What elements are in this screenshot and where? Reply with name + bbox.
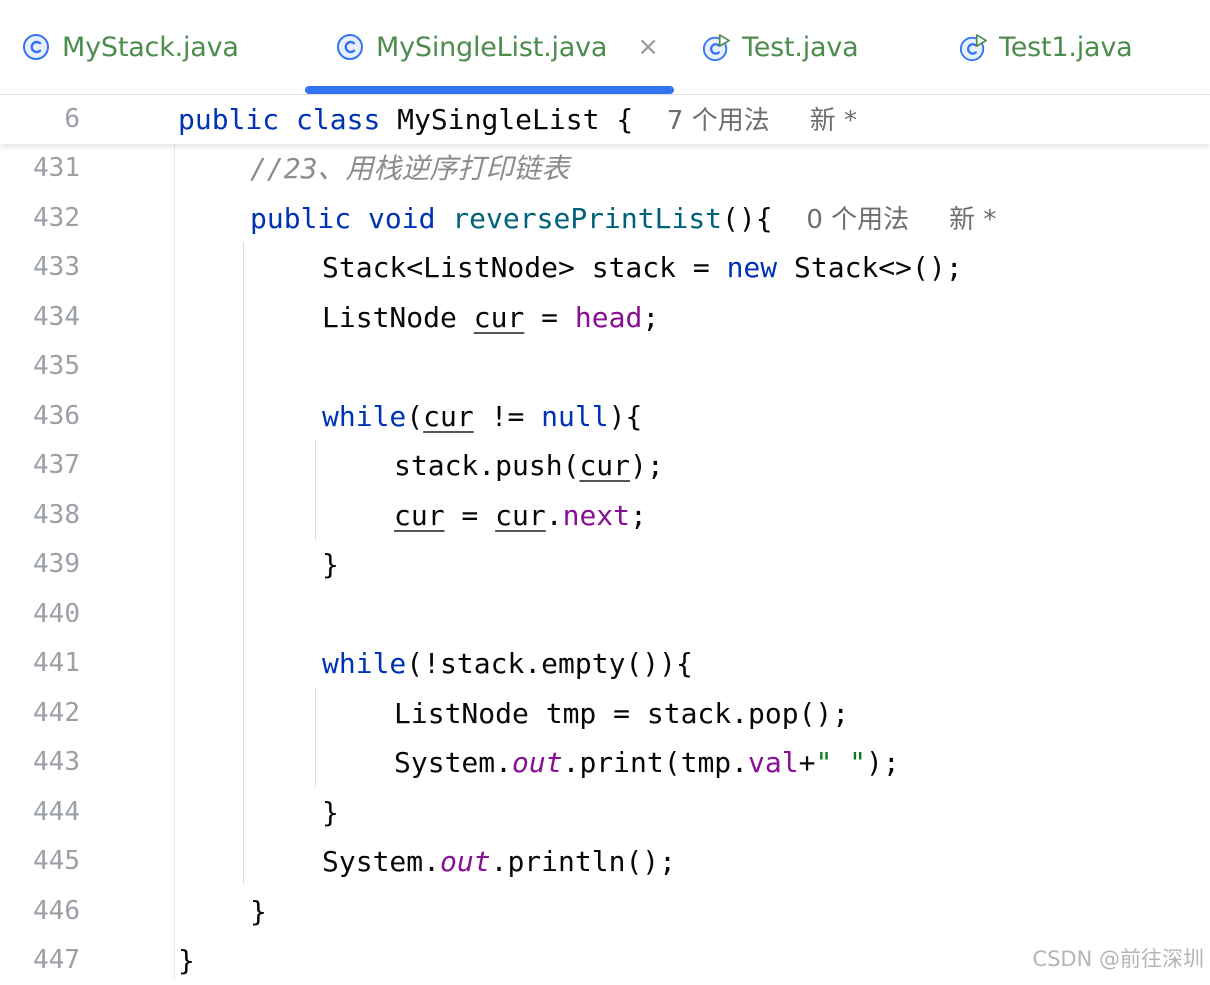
tab-test[interactable]: Test.java [702, 0, 859, 94]
code-text: stack.push(cur); [394, 449, 664, 482]
code-text: cur = cur.next; [394, 499, 647, 532]
close-icon[interactable]: × [637, 32, 659, 62]
keyword: class [296, 103, 381, 136]
code-line[interactable]: 443 System.out.print(tmp.val+" "); [0, 738, 1210, 787]
watermark: CSDN @前往深圳 [1032, 947, 1204, 971]
usages-hint[interactable]: 7 个用法 [667, 106, 770, 136]
line-number: 434 [33, 302, 80, 332]
line-number: 431 [33, 153, 80, 183]
code-line[interactable]: 432 public void reversePrintList(){ 0 个用… [0, 194, 1210, 243]
sticky-class-header[interactable]: 6 public class MySingleList { 7 个用法 新 * [0, 95, 1210, 144]
line-number: 6 [64, 104, 80, 134]
line-number: 446 [33, 896, 80, 926]
method-declaration: public void reversePrintList(){ 0 个用法新 * [250, 202, 997, 235]
line-number: 439 [33, 549, 80, 579]
tab-test1[interactable]: Test1.java [959, 0, 1133, 94]
code-text: ListNode tmp = stack.pop(); [394, 697, 850, 730]
tab-label: Test.java [742, 31, 859, 63]
code-line[interactable]: 436 while(cur != null){ [0, 392, 1210, 441]
tab-label: MyStack.java [62, 31, 239, 63]
code-line[interactable]: 431 //23、用栈逆序打印链表 [0, 144, 1210, 193]
author-hint[interactable]: 新 * [810, 106, 857, 136]
run-class-icon [959, 33, 987, 62]
usages-hint[interactable]: 0 个用法 [806, 205, 909, 235]
line-number: 440 [33, 599, 80, 629]
line-number: 435 [33, 351, 80, 381]
tab-mysinglelist[interactable]: MySingleList.java × [336, 0, 659, 94]
line-number: 441 [33, 648, 80, 678]
code-line[interactable]: 435 [0, 342, 1210, 391]
code-text: } [322, 548, 339, 581]
line-number: 443 [33, 747, 80, 777]
code-text: System.out.println(); [322, 845, 677, 878]
code-line[interactable]: 444 } [0, 788, 1210, 837]
code-text: System.out.print(tmp.val+" "); [394, 746, 900, 779]
line-number: 442 [33, 698, 80, 728]
run-class-icon [702, 33, 730, 62]
code-text: Stack<ListNode> stack = new Stack<>(); [322, 251, 963, 284]
line-number: 432 [33, 203, 80, 233]
sticky-code: public class MySingleList { 7 个用法 新 * [178, 95, 857, 146]
line-number: 447 [33, 945, 80, 975]
code-text: } [250, 895, 267, 928]
code-line[interactable]: 438 cur = cur.next; [0, 491, 1210, 540]
code-line[interactable]: 445 System.out.println(); [0, 837, 1210, 886]
code-line[interactable]: 441 while(!stack.empty()){ [0, 639, 1210, 688]
code-line[interactable]: 447 } [0, 936, 1210, 985]
line-number: 438 [33, 500, 80, 530]
code-line[interactable]: 437 stack.push(cur); [0, 441, 1210, 490]
code-line[interactable]: 440 [0, 590, 1210, 639]
code-line[interactable]: 433 Stack<ListNode> stack = new Stack<>(… [0, 243, 1210, 292]
class-name: MySingleList { [397, 103, 634, 136]
code-text: while(!stack.empty()){ [322, 647, 693, 680]
keyword: public [178, 103, 280, 136]
code-text: ListNode cur = head; [322, 301, 660, 334]
tab-label: Test1.java [999, 31, 1133, 63]
author-hint[interactable]: 新 * [949, 205, 996, 235]
code-line[interactable]: 434 ListNode cur = head; [0, 293, 1210, 342]
code-line[interactable]: 446 } [0, 887, 1210, 936]
code-line[interactable]: 439 } [0, 540, 1210, 589]
editor-tab-bar: MyStack.java MySingleList.java × Test.ja… [0, 0, 1210, 95]
comment: //23、用栈逆序打印链表 [250, 152, 570, 185]
class-icon [22, 33, 50, 61]
line-number: 437 [33, 450, 80, 480]
line-number: 436 [33, 401, 80, 431]
line-number: 444 [33, 797, 80, 827]
code-text: } [322, 796, 339, 829]
code-text: while(cur != null){ [322, 400, 643, 433]
tab-label: MySingleList.java [376, 31, 608, 63]
code-text: } [178, 944, 195, 977]
code-line[interactable]: 442 ListNode tmp = stack.pop(); [0, 689, 1210, 738]
active-tab-indicator [305, 86, 674, 94]
line-number: 433 [33, 252, 80, 282]
line-number: 445 [33, 846, 80, 876]
tab-mystack[interactable]: MyStack.java [22, 0, 239, 94]
class-icon [336, 33, 364, 61]
